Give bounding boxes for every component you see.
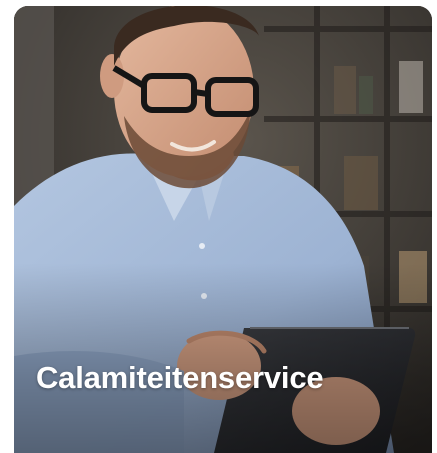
card-title: Calamiteitenservice xyxy=(36,360,324,395)
service-card[interactable]: Calamiteitenservice xyxy=(14,6,432,453)
